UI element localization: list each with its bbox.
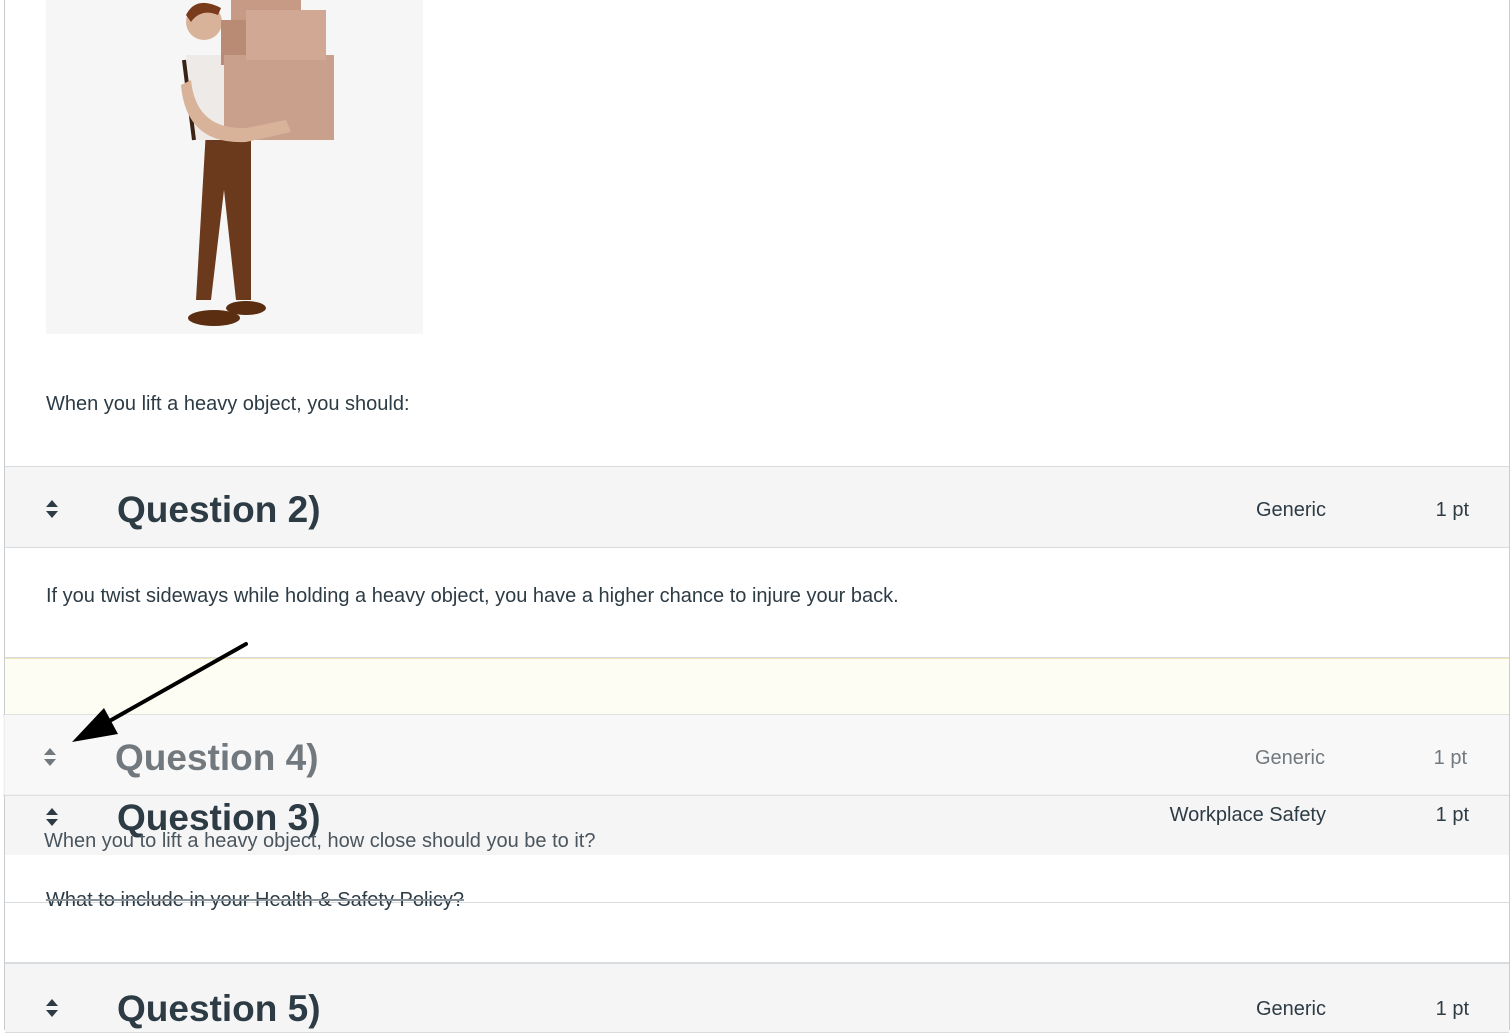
arrow-pointer-icon	[72, 642, 248, 742]
sort-arrows-icon[interactable]	[45, 807, 59, 827]
question-3-body: What to include in your Health & Safety …	[5, 855, 1509, 963]
question-4-points: 1 pt	[1433, 747, 1467, 769]
question-3-points: 1 pt	[1435, 804, 1469, 826]
question-2-points: 1 pt	[1435, 499, 1469, 521]
question-3-bank: Workplace Safety	[1169, 804, 1326, 826]
question-4-bank: Generic	[1254, 747, 1325, 769]
question-5-points: 1 pt	[1435, 998, 1469, 1020]
question-4-text: When you to lift a heavy object, how clo…	[44, 830, 596, 852]
sort-arrows-icon[interactable]	[43, 747, 57, 767]
sort-arrows-icon[interactable]	[45, 998, 59, 1018]
question-2-header: Question 2) Generic 1 pt	[5, 466, 1509, 548]
question-1-text: When you lift a heavy object, you should…	[46, 393, 410, 415]
question-2-bank: Generic	[1255, 499, 1326, 521]
question-5-bank: Generic	[1255, 998, 1326, 1020]
question-3-text: What to include in your Health & Safety …	[46, 889, 464, 911]
sort-arrows-icon[interactable]	[45, 499, 59, 519]
question-image-man-carrying-boxes	[46, 0, 423, 334]
question-5-header: Question 5) Generic 1 pt	[5, 963, 1509, 1033]
question-2-text: If you twist sideways while holding a he…	[46, 585, 899, 607]
question-2-title: Question 2)	[117, 489, 321, 530]
question-5-title: Question 5)	[117, 988, 321, 1029]
